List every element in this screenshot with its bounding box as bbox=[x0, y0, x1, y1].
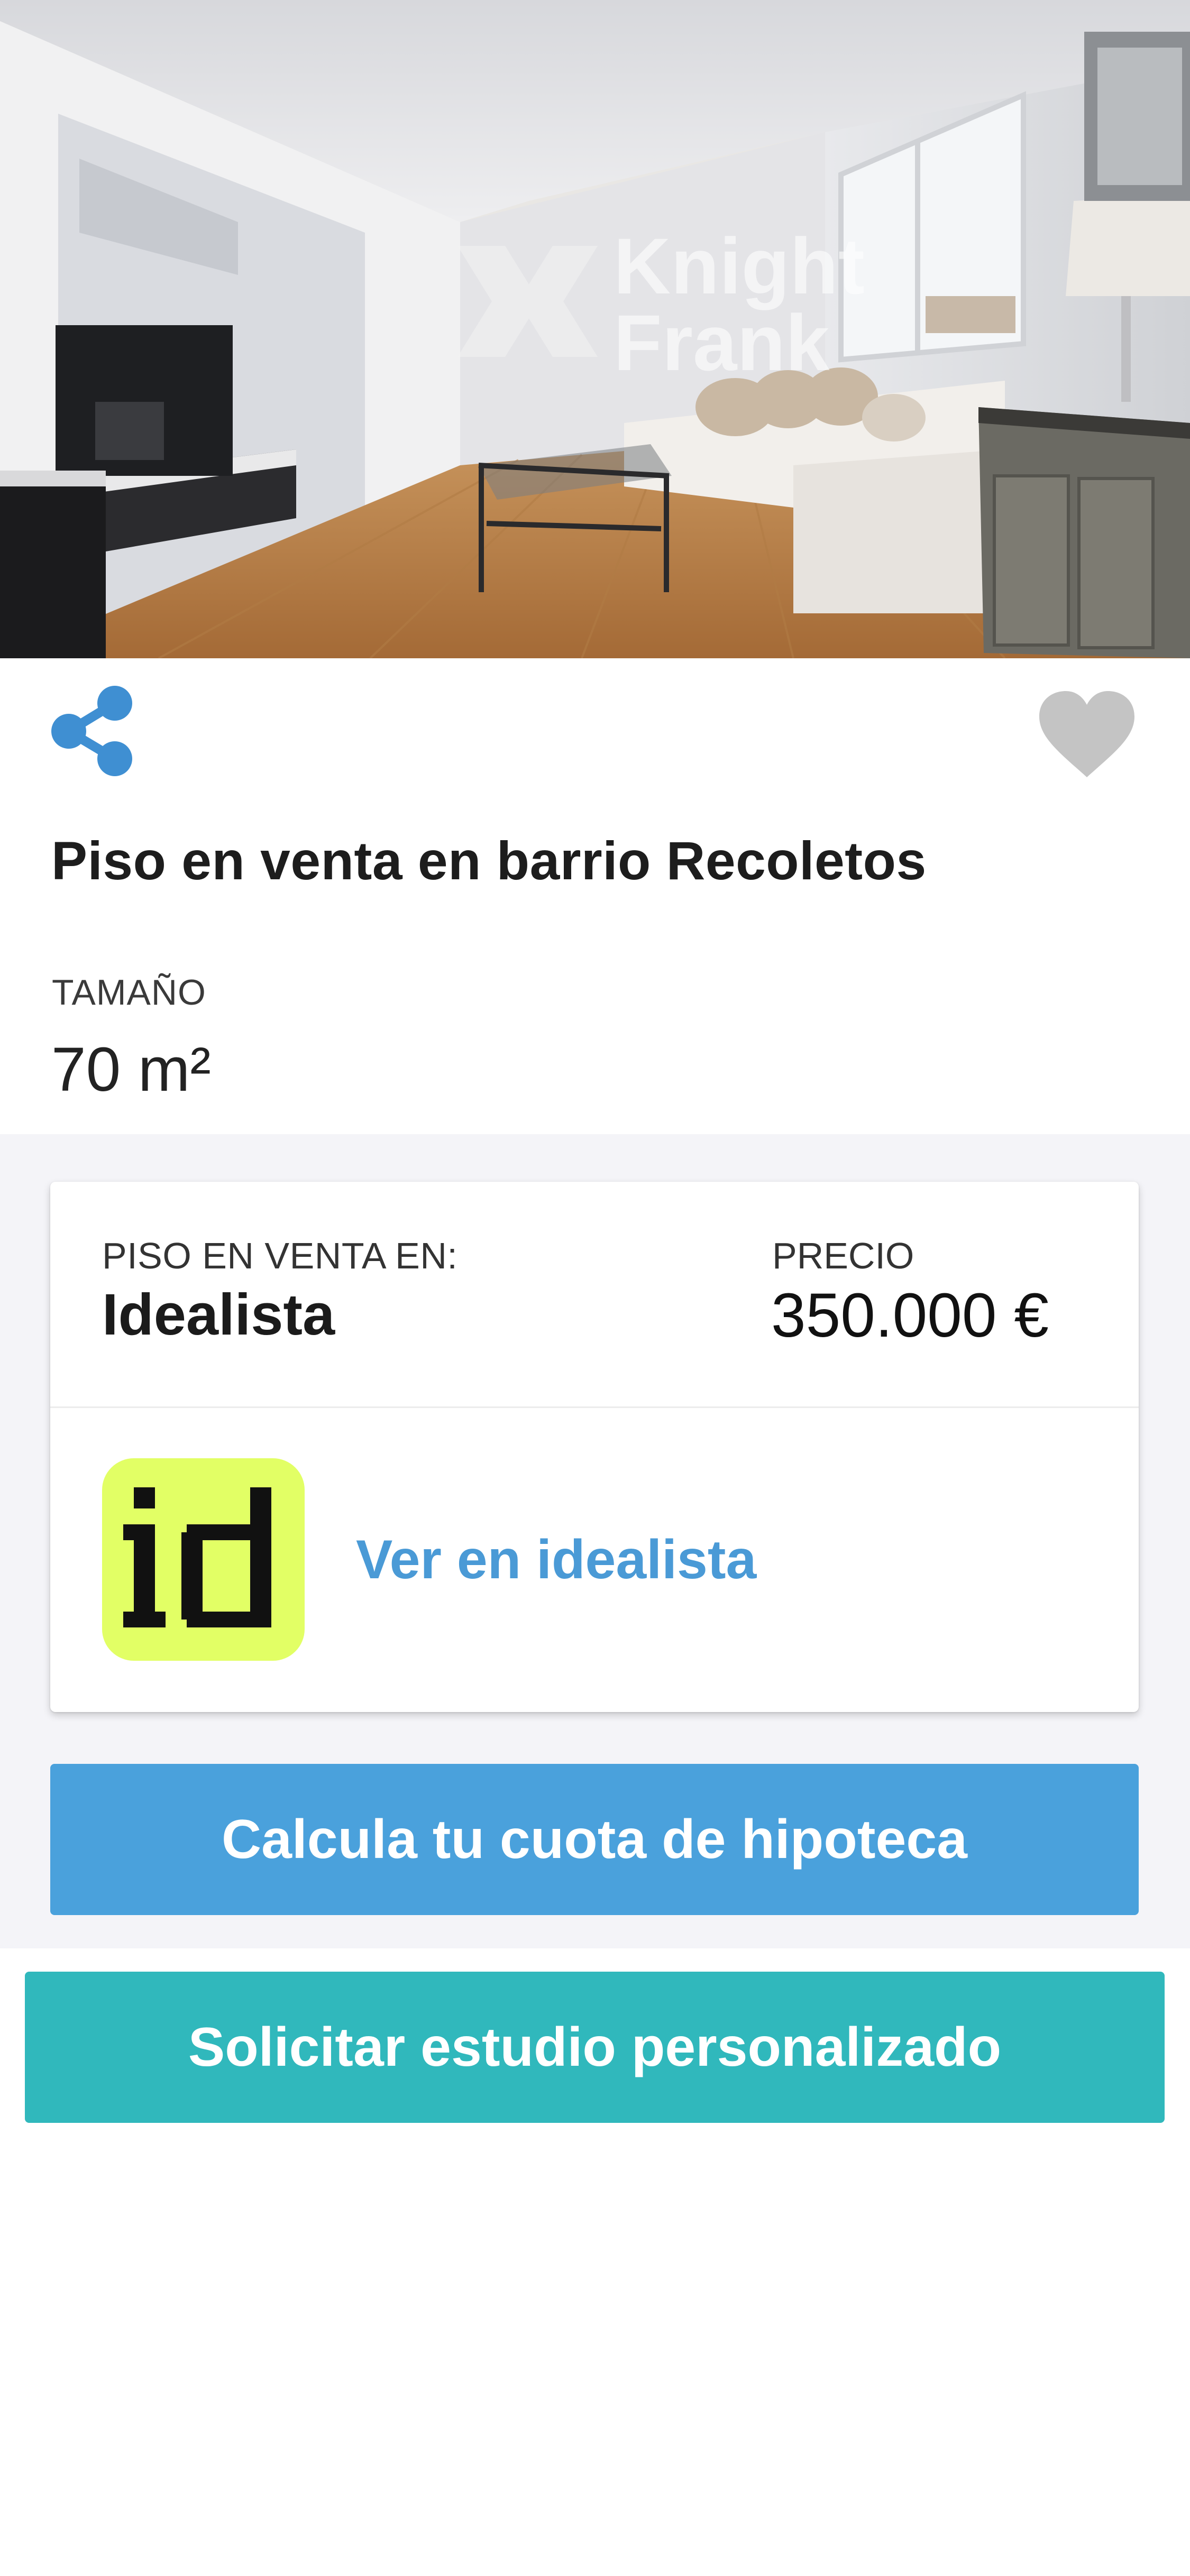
listing-card-header: PISO EN VENTA EN: Idealista PRECIO 350.0… bbox=[50, 1182, 1139, 1406]
idealista-logo bbox=[102, 1458, 305, 1661]
living-room-photo: Knight Frank bbox=[0, 0, 1190, 658]
watermark-text-line2: Frank bbox=[614, 298, 830, 387]
size-value: 70 m² bbox=[51, 1035, 211, 1105]
idealista-logo-mark bbox=[123, 1487, 271, 1627]
view-on-idealista-link[interactable]: Ver en idealista bbox=[356, 1529, 756, 1591]
share-button[interactable] bbox=[50, 685, 138, 777]
heart-icon bbox=[1039, 691, 1134, 777]
portal-label: PISO EN VENTA EN: bbox=[102, 1235, 458, 1276]
view-on-idealista-row[interactable]: Ver en idealista bbox=[50, 1408, 1139, 1712]
listing-card: PISO EN VENTA EN: Idealista PRECIO 350.0… bbox=[50, 1182, 1139, 1712]
portal-name: Idealista bbox=[102, 1282, 335, 1347]
watermark-text-line1: Knight bbox=[614, 222, 865, 310]
property-detail-screen: Knight Frank Piso en venta en barrio Rec… bbox=[0, 0, 1190, 2576]
request-study-button[interactable]: Solicitar estudio personalizado bbox=[25, 1972, 1165, 2123]
share-icon bbox=[51, 686, 132, 776]
page-title: Piso en venta en barrio Recoletos bbox=[51, 831, 927, 891]
price-label: PRECIO bbox=[772, 1235, 914, 1276]
calculate-mortgage-button[interactable]: Calcula tu cuota de hipoteca bbox=[50, 1764, 1139, 1915]
size-label: TAMAÑO bbox=[52, 972, 206, 1013]
favorite-button[interactable] bbox=[1037, 690, 1137, 780]
property-photo[interactable]: Knight Frank bbox=[0, 0, 1190, 658]
price-value: 350.000 € bbox=[771, 1281, 1049, 1350]
